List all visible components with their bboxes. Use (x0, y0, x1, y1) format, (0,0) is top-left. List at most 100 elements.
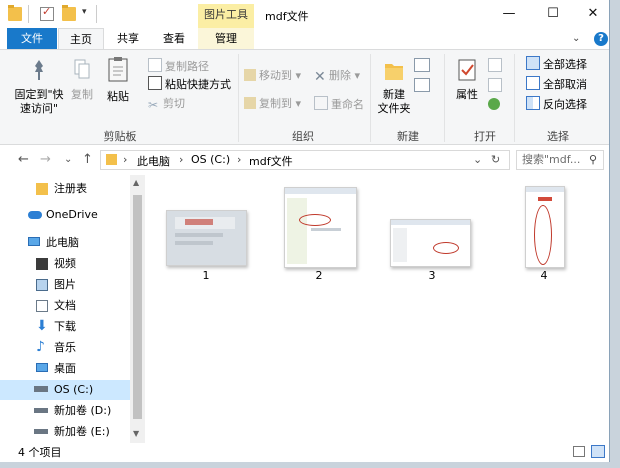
select-all-icon (526, 56, 540, 70)
file-name-2[interactable]: 2 (304, 269, 334, 282)
nav-item-this-pc[interactable]: 此电脑 (0, 233, 130, 253)
collapse-ribbon-icon[interactable]: ⌄ (572, 33, 580, 44)
ribbon-tabs: 文件 主页 共享 查看 管理 ⌄ ? (0, 28, 609, 50)
copy-to-icon (244, 97, 256, 109)
pin-quick-access-button[interactable]: 固定到"快 速访问" (10, 58, 68, 116)
file-thumbnail-2[interactable] (284, 187, 357, 268)
picture-icon (36, 279, 48, 291)
scissors-icon: ✂ (148, 98, 159, 112)
file-thumbnail-3[interactable] (390, 219, 471, 267)
address-dropdown-icon[interactable]: ⌄ (473, 153, 482, 166)
refresh-button[interactable]: ↻ (491, 153, 500, 166)
clipboard-group-label: 剪贴板 (103, 130, 137, 143)
open-icon[interactable] (488, 58, 502, 72)
divider (514, 54, 515, 142)
paste-shortcut-icon (148, 76, 162, 90)
file-thumbnail-4[interactable] (525, 186, 565, 268)
nav-item-drive-e[interactable]: 新加卷 (E:) (0, 422, 130, 442)
document-icon (36, 300, 48, 312)
forward-button[interactable]: → (40, 152, 51, 167)
easy-access-icon[interactable] (414, 78, 430, 92)
folder-icon (106, 154, 117, 165)
folder-icon (36, 183, 48, 195)
invert-selection-icon (526, 96, 540, 110)
properties-button[interactable]: 属性 (450, 58, 484, 102)
tab-file[interactable]: 文件 (7, 28, 57, 50)
up-button[interactable]: ↑ (82, 152, 93, 167)
copy-button[interactable]: 复制 (66, 58, 98, 102)
scroll-down-icon[interactable]: ▼ (133, 429, 139, 438)
rename-button[interactable]: 重命名 (314, 96, 364, 112)
copy-to-button[interactable]: 复制到 ▾ (244, 96, 301, 112)
rename-icon (314, 96, 328, 110)
video-icon (36, 258, 48, 270)
select-group-label: 选择 (547, 130, 569, 143)
breadcrumb-os-c[interactable]: OS (C:) (191, 153, 230, 166)
thumbnail-image (534, 205, 552, 265)
nav-item-downloads[interactable]: ⬇ 下载 (0, 317, 130, 337)
nav-item-os-c[interactable]: OS (C:) (0, 380, 130, 400)
properties-quick-icon[interactable]: ✓ (40, 5, 54, 21)
invert-selection-button[interactable]: 反向选择 (526, 96, 587, 112)
back-button[interactable]: ← (18, 152, 29, 167)
tab-view[interactable]: 查看 (152, 28, 196, 50)
scrollbar-thumb[interactable] (133, 195, 142, 419)
pin-icon (29, 58, 49, 82)
thumbnail-image (299, 214, 331, 226)
history-icon[interactable] (488, 98, 500, 110)
nav-item-videos[interactable]: 视频 (0, 254, 130, 274)
help-icon[interactable]: ? (594, 32, 608, 46)
tab-manage[interactable]: 管理 (198, 28, 254, 50)
thumbnail-image (175, 241, 213, 245)
cut-button[interactable]: ✂ 剪切 (148, 96, 185, 112)
move-to-button[interactable]: 移动到 ▾ (244, 68, 301, 84)
file-name-3[interactable]: 3 (417, 269, 447, 282)
nav-item-documents[interactable]: 文档 (0, 296, 130, 316)
drive-icon (34, 429, 48, 434)
item-count: 4 个项目 (18, 446, 62, 459)
thumbnail-image (391, 220, 470, 225)
paste-shortcut-button[interactable]: 粘贴快捷方式 (148, 76, 231, 92)
new-item-icon[interactable] (414, 58, 430, 72)
file-name-1[interactable]: 1 (191, 269, 221, 282)
new-folder-button[interactable]: 新建 文件夹 (374, 58, 414, 116)
desktop-icon (36, 363, 48, 372)
nav-item-drive-d[interactable]: 新加卷 (D:) (0, 401, 130, 421)
close-button[interactable]: ✕ (570, 0, 609, 28)
address-bar[interactable]: › 此电脑 › OS (C:) › mdf文件 ⌄ ↻ (100, 150, 510, 170)
thumbnail-image (526, 187, 564, 192)
delete-button[interactable]: ✕ 删除 ▾ (314, 68, 360, 84)
breadcrumb-this-pc[interactable]: 此电脑 (137, 153, 170, 169)
details-view-icon[interactable] (573, 446, 585, 457)
customize-qat-icon[interactable]: ▾ (82, 7, 87, 17)
nav-item-onedrive[interactable]: OneDrive (0, 205, 130, 225)
new-folder-quick-icon[interactable] (62, 5, 76, 21)
nav-item-registry[interactable]: 注册表 (0, 179, 130, 199)
tab-share[interactable]: 共享 (108, 28, 148, 50)
nav-item-pictures[interactable]: 图片 (0, 275, 130, 295)
minimize-button[interactable]: — (486, 0, 532, 28)
new-group-label: 新建 (397, 130, 419, 143)
copy-path-icon (148, 58, 162, 72)
recent-locations-button[interactable]: ⌄ (64, 154, 72, 165)
cloud-icon (28, 211, 42, 219)
paste-button[interactable]: 粘贴 (100, 56, 136, 104)
nav-item-desktop[interactable]: 桌面 (0, 359, 130, 379)
select-none-button[interactable]: 全部取消 (526, 76, 587, 92)
nav-scrollbar[interactable]: ▲ ▼ (130, 175, 145, 443)
select-all-button[interactable]: 全部选择 (526, 56, 587, 72)
scroll-up-icon[interactable]: ▲ (133, 178, 139, 187)
file-name-4[interactable]: 4 (529, 269, 559, 282)
search-input[interactable]: 搜索"mdf... ⚲ (516, 150, 604, 170)
file-thumbnail-1[interactable] (166, 210, 247, 266)
tab-home[interactable]: 主页 (58, 28, 104, 50)
edit-icon[interactable] (488, 78, 502, 92)
search-icon: ⚲ (589, 153, 598, 166)
move-to-icon (244, 69, 256, 81)
drive-icon (34, 386, 48, 392)
breadcrumb-mdf-folder[interactable]: mdf文件 (249, 153, 293, 169)
large-icons-view-icon[interactable] (591, 445, 605, 458)
nav-item-music[interactable]: ♪ 音乐 (0, 338, 130, 358)
explorer-window: ✓ ▾ 图片工具 mdf文件 — ☐ ✕ 文件 主页 共享 查看 管理 ⌄ ? … (0, 0, 610, 462)
copy-path-button[interactable]: 复制路径 (148, 58, 209, 74)
